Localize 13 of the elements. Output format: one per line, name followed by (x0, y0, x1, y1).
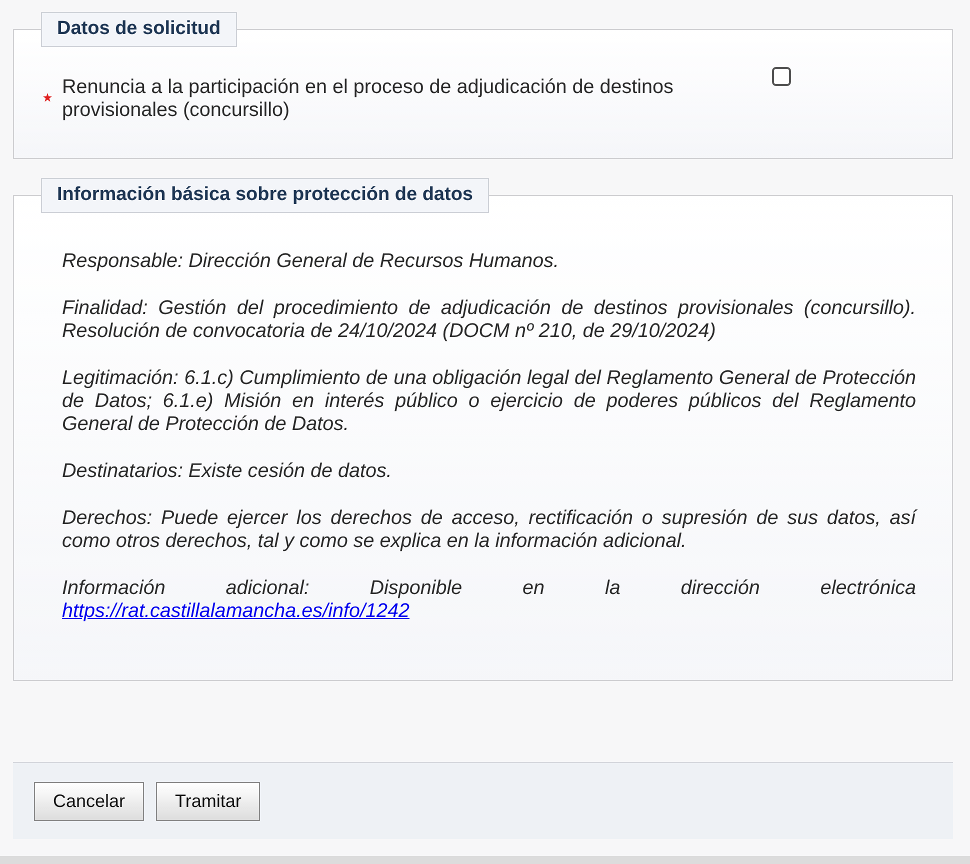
action-button[interactable]: Tramitar (156, 782, 260, 820)
info-paragraph: Responsable: Dirección General de Recursos Humanos. (62, 250, 560, 273)
info-paragraph: Derechos: Puede ejercer los derechos de acceso, rectificación o supresión de sus datos, así como otros derechos, tal y como se explica en la información adicional. (62, 507, 916, 553)
section-title: Datos de solicitud (41, 12, 237, 47)
info-link[interactable]: https://rat.castillalamancha.es/info/1242 (62, 600, 410, 622)
field-label: Renuncia a la participación en el proceso de adjudicación de destinos provisionales (concursillo) (62, 76, 674, 122)
action-button[interactable]: Cancelar (34, 782, 144, 820)
info-paragraph: Finalidad: Gestión del procedimiento de adjudicación de destinos provisionales (concursillo). Resolución de convocatoria de 24/10/2024 (DOCM nº 210, de 29/10/2024) (62, 297, 916, 343)
info-paragraph: Legitimación: 6.1.c) Cumplimiento de una obligación legal del Reglamento General de Protección de Datos; 6.1.e) Misión en interés público o ejercicio de poderes públicos del Reglamento General de Protección de Datos. (62, 367, 916, 436)
section-title: Información básica sobre protección de datos (41, 178, 489, 213)
info-paragraph: Información adicional: Disponible en la dirección electrónica https://rat.castillalamancha.es/info/1242 (62, 577, 916, 623)
checkbox[interactable] (772, 67, 791, 86)
info-paragraph: Destinatarios: Existe cesión de datos. (62, 460, 393, 483)
